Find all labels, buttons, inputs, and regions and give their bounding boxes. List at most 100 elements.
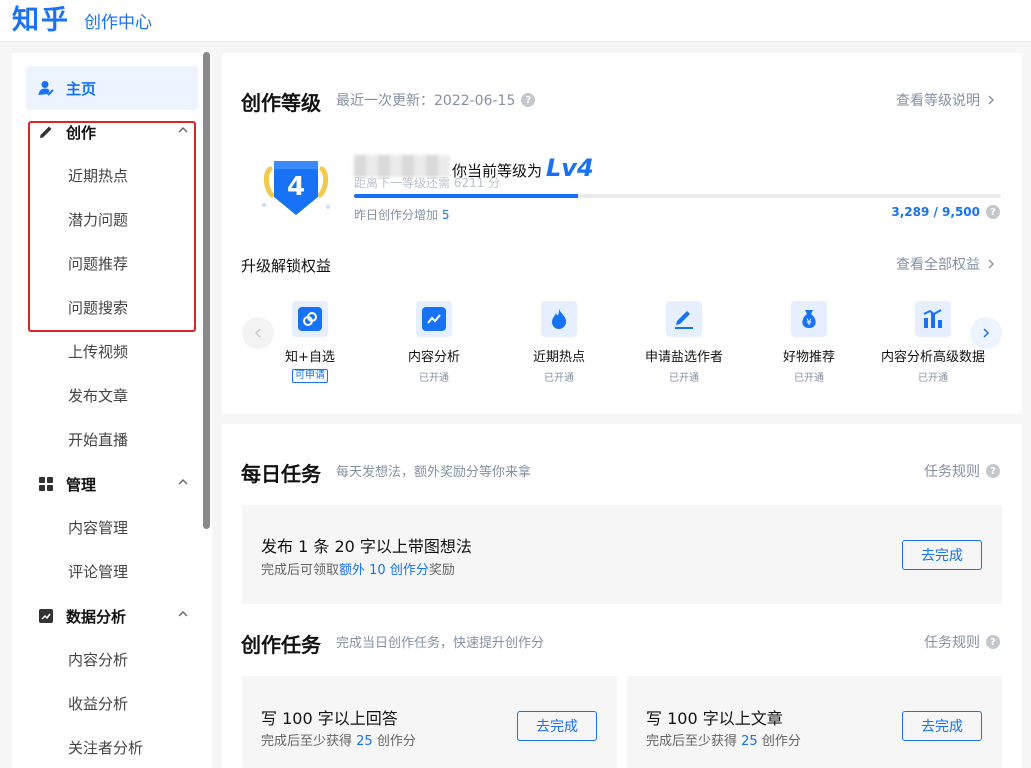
bar-chart-icon <box>915 301 951 337</box>
level-explain-link[interactable]: 查看等级说明 <box>896 90 996 110</box>
benefit-item[interactable]: 内容分析 已开通 <box>372 301 496 384</box>
sidebar-scrollbar[interactable] <box>203 52 210 529</box>
task-reward-prefix: 完成后至少获得 <box>646 734 738 749</box>
sidebar-item-question-recommend[interactable]: 问题推荐 <box>68 242 128 286</box>
task-reward-note: 完成后至少获得 25 创作分 <box>646 730 801 749</box>
current-level-text: 你当前等级为 Lv4 <box>452 154 594 182</box>
all-benefits-link[interactable]: 查看全部权益 <box>896 254 996 274</box>
task-reward-suffix: 创作分 <box>376 734 416 749</box>
task-reward-prefix: 完成后可领取 <box>261 563 340 578</box>
link-icon <box>292 301 328 337</box>
benefit-status: 已开通 <box>419 373 449 384</box>
sidebar: 主页 创作 近期热点 潜力问题 问题推荐 问题搜索 上传视频 发布文章 开始直播… <box>12 53 212 768</box>
benefit-name: 内容分析 <box>407 350 460 365</box>
sidebar-group-manage[interactable]: 管理 <box>26 462 198 506</box>
benefits-title: 升级解锁权益 <box>241 257 332 275</box>
top-bar: 知乎 创作中心 <box>0 0 1031 42</box>
chevron-up-icon <box>178 611 188 617</box>
benefit-status-apply[interactable]: 可申请 <box>292 369 328 383</box>
chevron-up-icon <box>178 479 188 485</box>
task-description: 发布 1 条 20 字以上带图想法 <box>261 537 472 556</box>
daily-rules-label: 任务规则 <box>924 464 980 480</box>
benefit-name: 申请盐选作者 <box>644 350 723 365</box>
task-reward-highlight: 25 <box>356 734 373 749</box>
sidebar-group-create[interactable]: 创作 <box>26 110 198 154</box>
creation-rules-label: 任务规则 <box>924 635 980 651</box>
sidebar-item-content-manage[interactable]: 内容管理 <box>68 506 128 550</box>
help-icon[interactable]: ? <box>986 205 1000 219</box>
pen-icon <box>666 301 702 337</box>
level-card: 创作等级 最近一次更新：2022-06-15 ? 查看等级说明 4 距离下一等级… <box>222 53 1022 414</box>
benefit-name: 知+自选 <box>285 350 335 365</box>
creation-task-subtitle: 完成当日创作任务，快速提升创作分 <box>336 636 545 651</box>
task-reward-prefix: 完成后至少获得 <box>261 734 353 749</box>
daily-rules-link[interactable]: 任务规则 ? <box>924 461 1000 481</box>
creator-center-title[interactable]: 创作中心 <box>84 8 152 33</box>
task-description: 写 100 字以上文章 <box>646 709 783 728</box>
daily-task-subtitle: 每天发想法，额外奖励分等你来拿 <box>336 465 532 480</box>
level-updated-text: 最近一次更新：2022-06-15 <box>336 93 516 109</box>
flame-icon <box>541 301 577 337</box>
sidebar-item-publish-article[interactable]: 发布文章 <box>68 374 128 418</box>
benefit-name: 好物推荐 <box>782 350 835 365</box>
money-bag-icon: ¥ <box>791 301 827 337</box>
task-reward-note: 完成后可领取额外 10 创作分奖励 <box>261 559 455 578</box>
sidebar-item-recent-hot[interactable]: 近期热点 <box>68 154 128 198</box>
level-progress-fill <box>354 194 578 198</box>
benefit-item[interactable]: ¥ 好物推荐 已开通 <box>747 301 871 384</box>
chevron-right-icon <box>988 259 994 269</box>
sidebar-item-potential-questions[interactable]: 潜力问题 <box>68 198 128 242</box>
svg-text:¥: ¥ <box>806 318 812 328</box>
grid-icon <box>38 476 54 492</box>
sidebar-item-income-analysis[interactable]: 收益分析 <box>68 682 128 726</box>
zhihu-logo[interactable]: 知乎 <box>12 7 70 34</box>
benefit-item[interactable]: 知+自选 可申请 <box>248 301 372 383</box>
benefit-item[interactable]: 近期热点 已开通 <box>497 301 621 384</box>
yesterday-score-label: 昨日创作分增加 <box>354 208 439 222</box>
task-reward-highlight: 25 <box>741 734 758 749</box>
all-benefits-label: 查看全部权益 <box>896 257 980 273</box>
help-icon: ? <box>986 635 1000 649</box>
sidebar-item-comment-manage[interactable]: 评论管理 <box>68 550 128 594</box>
benefit-name: 内容分析高级数据 <box>880 350 985 365</box>
tasks-card: 每日任务 每天发想法，额外奖励分等你来拿 任务规则 ? 发布 1 条 20 字以… <box>222 424 1022 768</box>
task-reward-suffix: 创作分 <box>761 734 801 749</box>
complete-task-button[interactable]: 去完成 <box>902 711 982 741</box>
user-icon <box>38 81 54 96</box>
sidebar-item-label: 主页 <box>66 79 97 98</box>
complete-task-button[interactable]: 去完成 <box>517 711 597 741</box>
sidebar-group-label: 管理 <box>66 475 97 494</box>
complete-task-button[interactable]: 去完成 <box>902 540 982 570</box>
help-icon[interactable]: ? <box>521 93 536 107</box>
daily-task-item: 发布 1 条 20 字以上带图想法 完成后可领取额外 10 创作分奖励 去完成 <box>242 505 1002 604</box>
sidebar-item-follower-analysis[interactable]: 关注者分析 <box>68 726 143 768</box>
level-title: 创作等级 <box>241 91 321 115</box>
sidebar-item-home[interactable]: 主页 <box>26 66 198 110</box>
level-progress-bar <box>354 194 1001 198</box>
benefits-next-button[interactable] <box>970 317 1002 349</box>
benefit-item[interactable]: 申请盐选作者 已开通 <box>622 301 746 384</box>
sidebar-item-start-live[interactable]: 开始直播 <box>68 418 128 462</box>
current-level-label: 你当前等级为 <box>452 162 543 180</box>
benefit-status: 已开通 <box>544 373 574 384</box>
help-icon: ? <box>986 464 1000 478</box>
current-level-value: Lv4 <box>546 154 594 182</box>
creation-rules-link[interactable]: 任务规则 ? <box>924 632 1000 652</box>
sidebar-group-label: 创作 <box>66 123 97 142</box>
sidebar-item-question-search[interactable]: 问题搜索 <box>68 286 128 330</box>
sidebar-item-upload-video[interactable]: 上传视频 <box>68 330 128 374</box>
yesterday-score: 昨日创作分增加 5 <box>354 206 449 223</box>
sidebar-item-content-analysis[interactable]: 内容分析 <box>68 638 128 682</box>
yesterday-score-value: 5 <box>441 208 450 222</box>
score-total-value: 3,289 / 9,500 <box>891 205 980 219</box>
chevron-right-icon <box>983 328 990 338</box>
chevron-up-icon <box>178 127 188 133</box>
sidebar-group-analytics[interactable]: 数据分析 <box>26 594 198 638</box>
chart-icon <box>38 608 54 624</box>
benefit-status: 已开通 <box>794 373 824 384</box>
benefit-name: 近期热点 <box>532 350 585 365</box>
score-total: 3,289 / 9,500 ? <box>891 205 1000 219</box>
pencil-icon <box>38 124 54 140</box>
creation-task-item: 写 100 字以上回答 完成后至少获得 25 创作分 去完成 <box>242 676 617 768</box>
daily-task-title: 每日任务 <box>241 462 321 486</box>
